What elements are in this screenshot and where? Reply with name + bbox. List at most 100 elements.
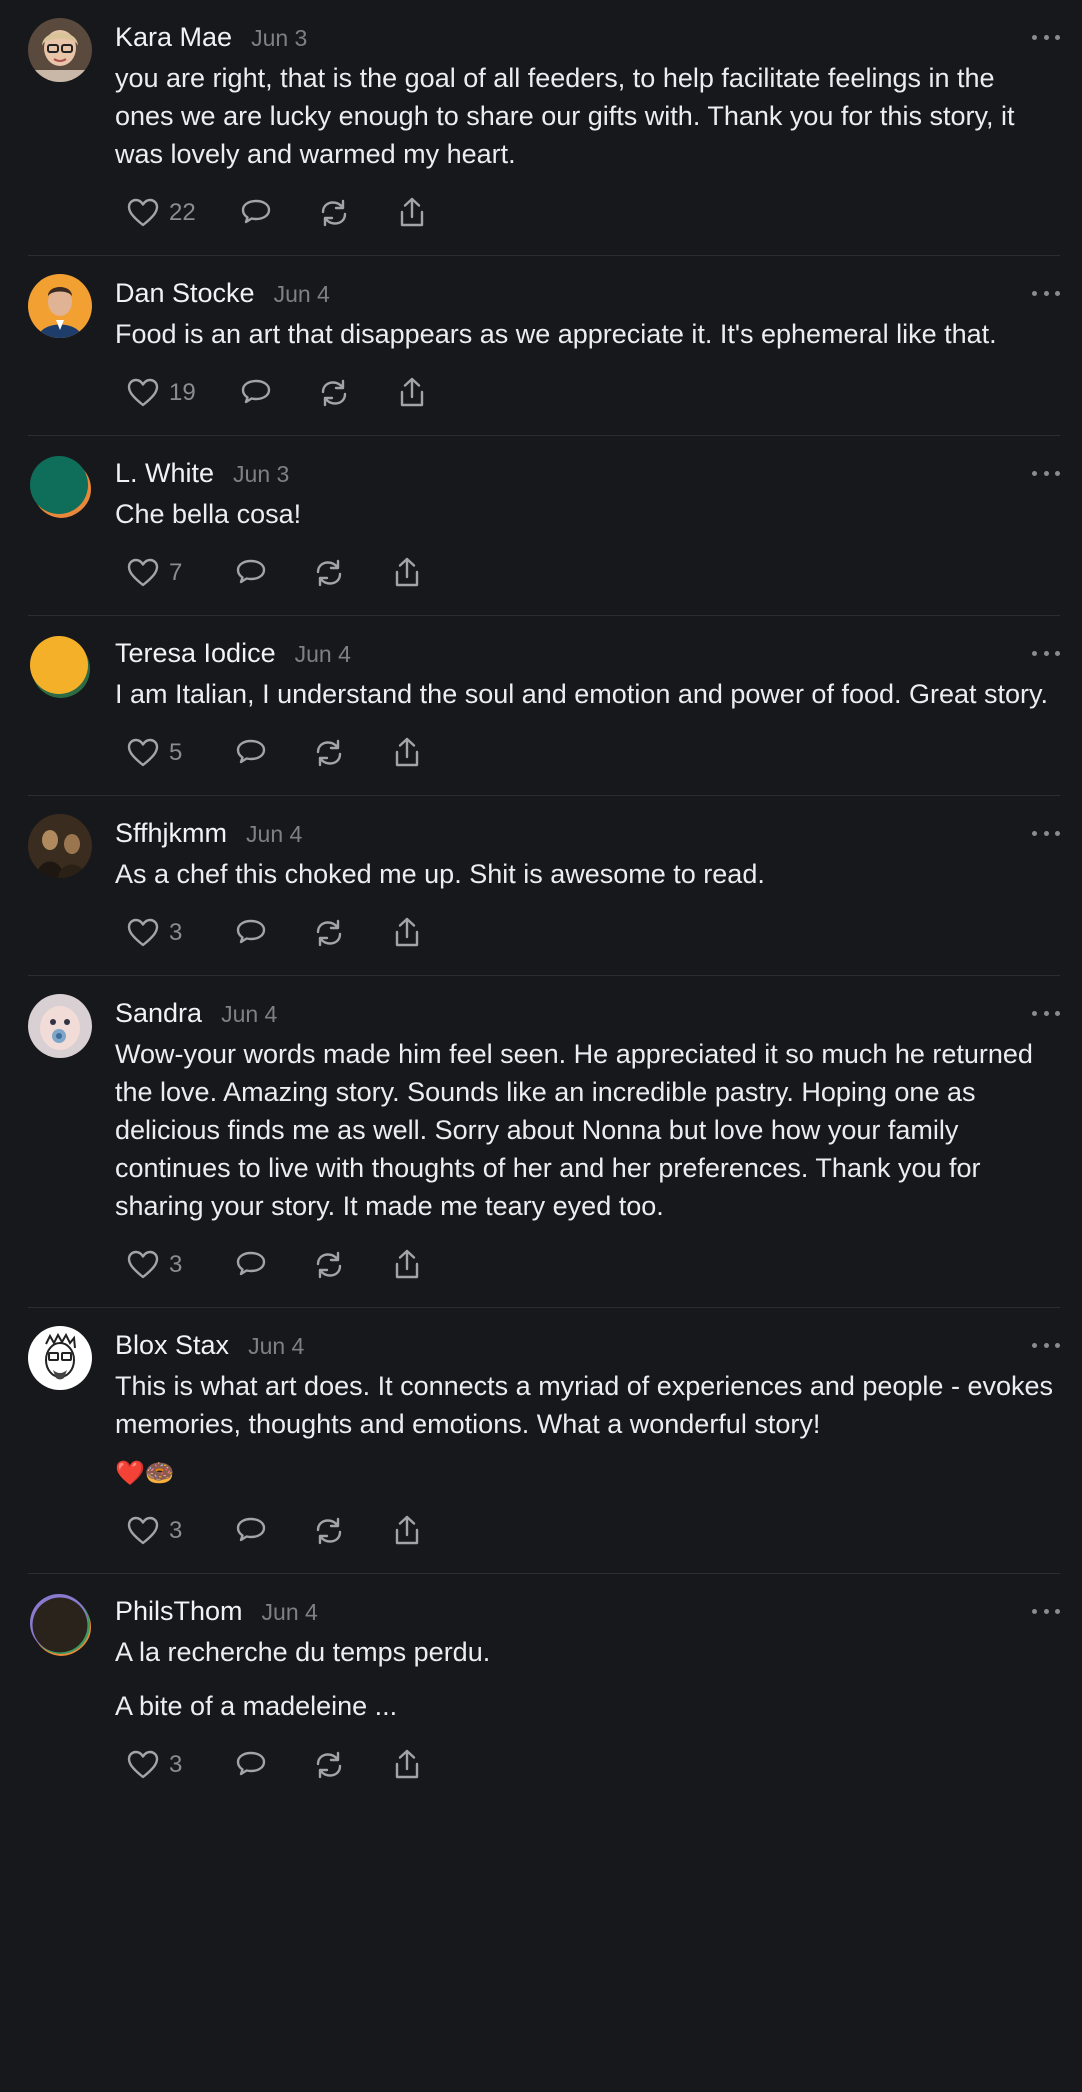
more-options-icon[interactable]: [1032, 288, 1060, 298]
like-button[interactable]: 3: [125, 1513, 191, 1549]
comment-5: Sffhjkmm Jun 4 As a chef this choked me …: [28, 796, 1060, 976]
repost-icon: [316, 1251, 342, 1279]
comment-author[interactable]: PhilsThom: [115, 1594, 243, 1628]
avatar[interactable]: [28, 454, 92, 518]
comment-text: I am Italian, I understand the soul and …: [115, 675, 1060, 713]
share-button[interactable]: [389, 915, 425, 951]
repost-button[interactable]: [311, 555, 347, 591]
share-button[interactable]: [389, 735, 425, 771]
repost-icon: [321, 199, 346, 227]
comment-bubble-icon: [236, 1517, 266, 1542]
heart-icon: [127, 198, 159, 227]
avatar[interactable]: [28, 994, 92, 1058]
comment-date[interactable]: Jun 4: [274, 277, 330, 311]
comment-2: Dan Stocke Jun 4 Food is an art that dis…: [28, 256, 1060, 436]
more-options-icon[interactable]: [1032, 468, 1060, 478]
reply-button[interactable]: [238, 375, 274, 411]
comment-actions: 3: [115, 1509, 1060, 1553]
comment-paragraph: This is what art does. It connects a myr…: [115, 1371, 1053, 1439]
avatar[interactable]: [28, 1592, 92, 1656]
comment-author[interactable]: Dan Stocke: [115, 276, 255, 310]
comment-paragraph: I am Italian, I understand the soul and …: [115, 679, 1049, 709]
reply-button[interactable]: [238, 195, 274, 231]
comment-3: L. White Jun 3 Che bella cosa! 7: [28, 436, 1060, 616]
repost-button[interactable]: [311, 1247, 347, 1283]
avatar[interactable]: [28, 274, 92, 338]
comment-paragraph: Wow-your words made him feel seen. He ap…: [115, 1039, 1033, 1221]
comment-text: This is what art does. It connects a myr…: [115, 1367, 1060, 1491]
avatar[interactable]: [28, 814, 92, 878]
more-options-icon[interactable]: [1032, 828, 1060, 838]
comment-actions: 3: [115, 1243, 1060, 1287]
comment-date[interactable]: Jun 4: [246, 817, 302, 851]
reply-button[interactable]: [233, 735, 269, 771]
like-count: 3: [169, 1517, 183, 1544]
reply-button[interactable]: [233, 1747, 269, 1783]
comment-bubble-icon: [236, 739, 266, 764]
share-icon: [395, 737, 419, 767]
comment-actions: 7: [115, 551, 1060, 595]
comment-date[interactable]: Jun 4: [262, 1595, 318, 1629]
reply-button[interactable]: [233, 1247, 269, 1283]
comment-author[interactable]: Kara Mae: [115, 20, 232, 54]
like-button[interactable]: 3: [125, 1747, 191, 1783]
like-count: 7: [169, 559, 183, 586]
repost-button[interactable]: [316, 195, 352, 231]
share-icon: [400, 377, 423, 407]
share-button[interactable]: [394, 195, 430, 231]
share-icon: [395, 1515, 419, 1545]
avatar[interactable]: [28, 634, 92, 698]
comment-date[interactable]: Jun 3: [233, 457, 289, 491]
repost-button[interactable]: [311, 1747, 347, 1783]
comment-bubble-icon: [236, 919, 266, 944]
more-options-icon[interactable]: [1032, 1606, 1060, 1616]
heart-icon: [127, 1750, 159, 1779]
comment-text: you are right, that is the goal of all f…: [115, 59, 1060, 173]
repost-button[interactable]: [316, 375, 352, 411]
comment-date[interactable]: Jun 4: [221, 997, 277, 1031]
repost-icon: [316, 739, 342, 767]
like-button[interactable]: 7: [125, 555, 191, 591]
comment-author[interactable]: Sandra: [115, 996, 202, 1030]
share-button[interactable]: [389, 555, 425, 591]
like-button[interactable]: 3: [125, 1247, 191, 1283]
more-options-icon[interactable]: [1032, 32, 1060, 42]
more-options-icon[interactable]: [1032, 1008, 1060, 1018]
comment-author[interactable]: Blox Stax: [115, 1328, 229, 1362]
like-button[interactable]: 5: [125, 735, 191, 771]
comment-date[interactable]: Jun 4: [295, 637, 351, 671]
reply-button[interactable]: [233, 1513, 269, 1549]
share-button[interactable]: [389, 1747, 425, 1783]
reply-button[interactable]: [233, 915, 269, 951]
share-button[interactable]: [389, 1513, 425, 1549]
share-icon: [400, 197, 423, 227]
reply-button[interactable]: [233, 555, 269, 591]
share-button[interactable]: [389, 1247, 425, 1283]
more-options-icon[interactable]: [1032, 648, 1060, 658]
comment-date[interactable]: Jun 3: [251, 21, 307, 55]
repost-button[interactable]: [311, 1513, 347, 1549]
comment-paragraph: A bite of a madeleine ...: [115, 1691, 398, 1721]
comment-author[interactable]: L. White: [115, 456, 214, 490]
comment-bubble-icon: [236, 559, 266, 584]
comment-author[interactable]: Sffhjkmm: [115, 816, 227, 850]
more-options-icon[interactable]: [1032, 1340, 1060, 1350]
repost-button[interactable]: [311, 735, 347, 771]
comment-text: Wow-your words made him feel seen. He ap…: [115, 1035, 1060, 1225]
comment-text: As a chef this choked me up. Shit is awe…: [115, 855, 1060, 893]
comment-paragraph: you are right, that is the goal of all f…: [115, 63, 1015, 169]
repost-icon: [316, 559, 342, 587]
like-button[interactable]: 22: [125, 195, 196, 231]
comment-author[interactable]: Teresa Iodice: [115, 636, 276, 670]
like-button[interactable]: 3: [125, 915, 191, 951]
comment-actions: 3: [115, 1743, 1060, 1787]
repost-button[interactable]: [311, 915, 347, 951]
avatar[interactable]: [28, 1326, 92, 1390]
comment-paragraph: Che bella cosa!: [115, 499, 302, 529]
share-button[interactable]: [394, 375, 430, 411]
comment-date[interactable]: Jun 4: [248, 1329, 304, 1363]
heart-icon: [127, 918, 159, 947]
heart-icon: [127, 558, 159, 587]
like-button[interactable]: 19: [125, 375, 196, 411]
avatar[interactable]: [28, 18, 92, 82]
